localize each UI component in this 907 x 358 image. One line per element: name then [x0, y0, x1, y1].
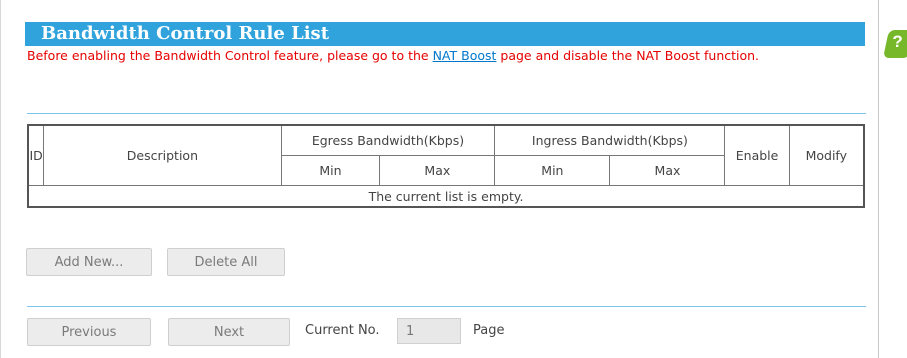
nat-boost-link[interactable]: NAT Boost: [433, 48, 497, 63]
table-row: The current list is empty.: [27, 185, 865, 208]
column-header-modify: Modify: [788, 124, 865, 186]
add-new-button[interactable]: Add New...: [26, 248, 152, 276]
column-header-description: Description: [43, 124, 282, 186]
nat-boost-warning: Before enabling the Bandwidth Control fe…: [27, 48, 827, 64]
previous-page-button[interactable]: Previous: [27, 318, 151, 346]
help-icon[interactable]: ?: [883, 30, 907, 58]
column-header-enable: Enable: [724, 124, 790, 186]
section-title: Bandwidth Control Rule List: [41, 23, 330, 44]
next-page-button[interactable]: Next: [168, 318, 290, 346]
delete-all-button[interactable]: Delete All: [167, 248, 285, 276]
section-title-bar: Bandwidth Control Rule List: [25, 22, 865, 46]
column-header-id: ID: [27, 124, 45, 186]
page-number-input[interactable]: [397, 318, 461, 344]
divider-bottom: [27, 306, 866, 307]
help-icon-glyph: ?: [892, 32, 903, 51]
column-header-ingress: Ingress Bandwidth(Kbps): [494, 124, 726, 157]
column-header-egress-max: Max: [379, 155, 496, 186]
page-label: Page: [473, 323, 505, 338]
column-header-ingress-max: Max: [609, 155, 726, 186]
current-no-label: Current No.: [305, 323, 380, 338]
bandwidth-rule-table: ID Description Egress Bandwidth(Kbps) In…: [27, 124, 865, 208]
column-header-egress: Egress Bandwidth(Kbps): [280, 124, 496, 157]
divider-top: [27, 113, 866, 114]
warning-text-end: page and disable the NAT Boost function.: [496, 48, 760, 63]
column-header-egress-min: Min: [280, 155, 381, 186]
right-frame-border: [878, 0, 879, 358]
warning-text-start: Before enabling the Bandwidth Control fe…: [27, 48, 433, 63]
empty-list-message: The current list is empty.: [27, 185, 865, 208]
left-frame-border: [0, 0, 1, 358]
column-header-ingress-min: Min: [494, 155, 611, 186]
table-header-row: ID Description Egress Bandwidth(Kbps) In…: [27, 124, 865, 186]
